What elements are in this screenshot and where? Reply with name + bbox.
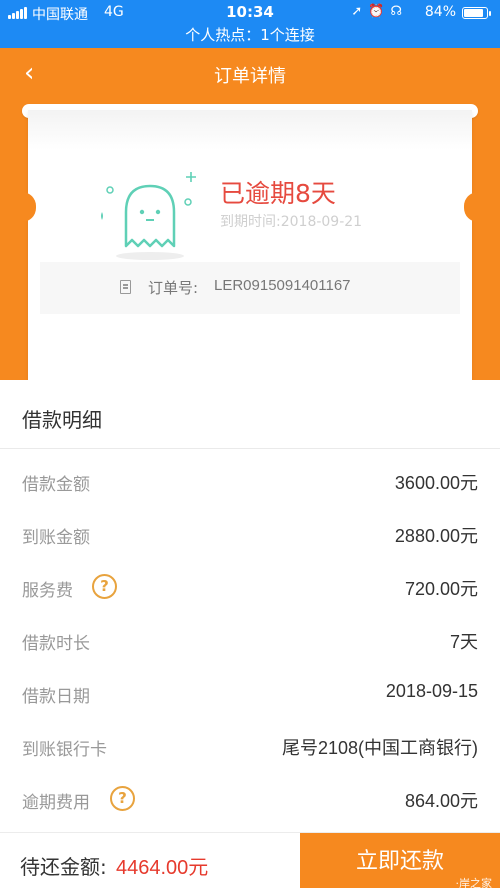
document-icon — [120, 280, 131, 294]
row-value: 720.00元 — [404, 579, 478, 599]
row-label: 到账金额 — [22, 528, 90, 548]
order-header: ‹ 订单详情 已逾期8天 到期时间:2018-09-21 订单号: LER091… — [0, 48, 500, 390]
order-ticket: 已逾期8天 到期时间:2018-09-21 订单号: LER0915091401… — [22, 104, 478, 390]
detail-row-loan-date: 借款日期 2018-09-15 — [0, 666, 500, 718]
due-date: 到期时间:2018-09-21 — [220, 214, 363, 230]
row-value: 尾号2108(中国工商银行) — [281, 738, 478, 758]
order-card: 已逾期8天 到期时间:2018-09-21 订单号: LER0915091401… — [28, 110, 472, 390]
row-label: 逾期费用 — [22, 793, 90, 813]
section-title: 借款明细 — [22, 408, 102, 432]
page-title: 订单详情 — [214, 66, 286, 87]
row-label: 到账银行卡 — [22, 740, 107, 760]
row-label: 借款时长 — [22, 634, 90, 654]
row-value: 7天 — [449, 632, 478, 652]
status-bar: 中国联通 4G 10:34 ➚⏰☊ 84% — [0, 0, 500, 26]
row-value: 2880.00元 — [394, 526, 478, 546]
alarm-icon: ⏰ — [368, 4, 391, 19]
row-label: 服务费 — [22, 581, 73, 601]
repay-now-button[interactable]: 立即还款 ·岸之家 — [300, 833, 500, 888]
battery-percent: 84% — [424, 4, 456, 20]
hotspot-banner[interactable]: 个人热点：1个连接 — [0, 26, 500, 48]
row-label: 借款日期 — [22, 687, 90, 707]
amount-due: 4464.00元 — [116, 857, 209, 879]
loan-details: 借款明细 借款金额 3600.00元 到账金额 2880.00元 服务费 ? 7… — [0, 380, 500, 832]
order-number-box: 订单号: LER0915091401167 — [40, 262, 460, 314]
headphones-icon: ☊ — [390, 4, 408, 19]
bottom-bar: 待还金额: 4464.00元 立即还款 ·岸之家 — [0, 832, 500, 888]
help-icon[interactable]: ? — [92, 574, 117, 599]
battery-icon — [462, 7, 491, 19]
detail-row-loan-amount: 借款金额 3600.00元 — [0, 454, 500, 506]
order-number: LER0915091401167 — [214, 277, 351, 294]
detail-row-received-amount: 到账金额 2880.00元 — [0, 507, 500, 559]
detail-row-loan-term: 借款时长 7天 — [0, 613, 500, 665]
repay-button-label: 立即还款 — [355, 849, 444, 874]
row-value: 864.00元 — [404, 791, 478, 811]
help-icon[interactable]: ? — [110, 786, 135, 811]
location-arrow-icon: ➚ — [351, 4, 369, 19]
overdue-status: 已逾期8天 — [220, 179, 336, 208]
row-label: 借款金额 — [22, 475, 90, 495]
order-number-label: 订单号: — [148, 279, 199, 297]
detail-row-service-fee: 服务费 ? 720.00元 — [0, 560, 500, 612]
amount-due-label: 待还金额: — [20, 855, 107, 879]
detail-row-bank-card: 到账银行卡 尾号2108(中国工商银行) — [0, 719, 500, 771]
ghost-icon — [101, 172, 196, 260]
detail-row-overdue-fee: 逾期费用 ? 864.00元 — [0, 772, 500, 824]
row-value: 3600.00元 — [394, 473, 478, 493]
row-value: 2018-09-15 — [385, 681, 478, 701]
watermark: ·岸之家 — [455, 877, 493, 888]
